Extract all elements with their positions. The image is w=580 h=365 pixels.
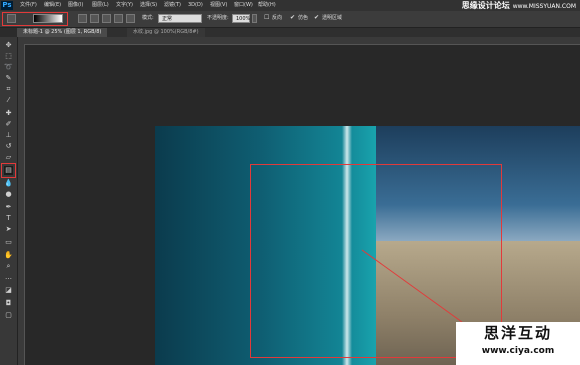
- watermark-box-url: www.ciya.com: [481, 346, 555, 356]
- watermark-box-title: 思洋互动: [483, 324, 552, 342]
- gradient-drag-line: [361, 249, 463, 323]
- watermark-box: 思洋互动 www.ciya.com: [456, 322, 580, 365]
- gradient-line: [361, 249, 463, 323]
